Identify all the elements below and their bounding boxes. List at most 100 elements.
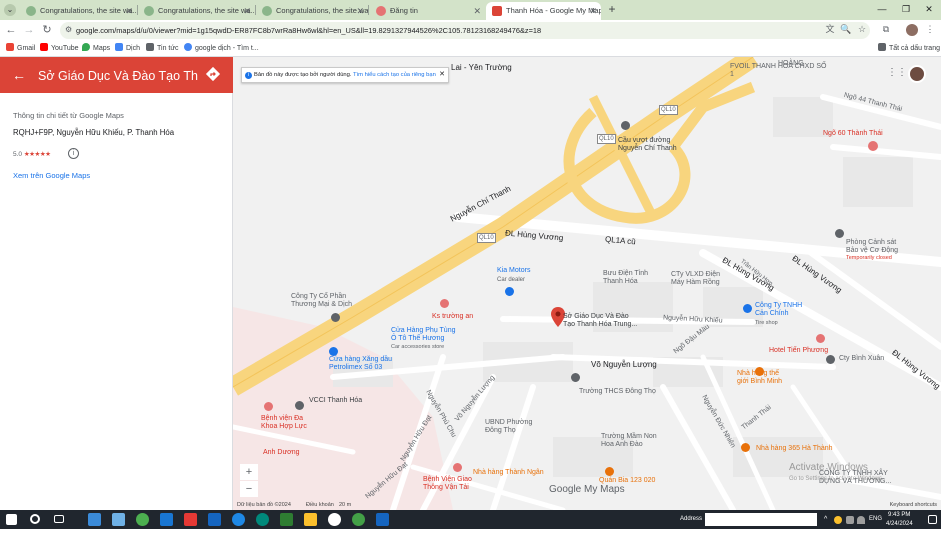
bookmark-google-dich[interactable]: google dịch - Tìm t... — [184, 41, 259, 57]
word-icon[interactable] — [376, 513, 389, 526]
address-bar[interactable]: ⚙ google.com/maps/d/u/0/viewer?mid=1g15q… — [60, 22, 870, 39]
road-vo-nguyen-luong: Võ Nguyễn Lượng — [591, 360, 657, 369]
back-icon[interactable]: ← — [4, 23, 18, 37]
opera-icon[interactable] — [208, 513, 221, 526]
account-avatar[interactable] — [908, 65, 926, 83]
chevron-up-icon[interactable]: ^ — [824, 516, 832, 524]
poi-truong-thcs: Trường THCS Đông Thọ — [579, 388, 656, 395]
all-bookmarks[interactable]: Tất cả dấu trang — [878, 41, 940, 57]
bookmark-maps[interactable]: Maps — [82, 41, 110, 57]
info-circle-icon[interactable]: i — [68, 148, 79, 159]
chrome-icon[interactable] — [136, 513, 149, 526]
zoom-out-button[interactable]: − — [240, 481, 258, 497]
back-arrow-icon[interactable]: ← — [12, 66, 26, 84]
zoom-in-button[interactable]: + — [240, 464, 258, 480]
bookmark-dich[interactable]: Dịch — [115, 41, 140, 57]
browser-icon[interactable] — [232, 513, 245, 526]
attribution-scale: 20 m — [339, 502, 352, 508]
store-icon[interactable] — [112, 513, 125, 526]
business-pin-icon-2 — [826, 355, 835, 364]
language-indicator[interactable]: ENG — [869, 510, 882, 529]
folder-icon[interactable] — [304, 513, 317, 526]
wifi-icon[interactable] — [857, 516, 865, 524]
bookmark-gmail[interactable]: Gmail — [6, 41, 35, 57]
bookmark-youtube[interactable]: YouTube — [40, 41, 79, 57]
label-cau-vuot: Cầu vượt đường Nguyễn Chí Thanh — [618, 137, 677, 152]
google-icon — [184, 43, 192, 51]
apps-grid-icon[interactable]: ⋮⋮ — [887, 67, 907, 79]
close-icon[interactable]: ✕ — [356, 2, 364, 20]
directions-icon[interactable] — [205, 66, 221, 82]
new-tab-icon[interactable]: + — [605, 2, 619, 16]
user-created-map-notice: i Bản đồ này được tạo bởi người dùng. Tì… — [241, 67, 449, 83]
extensions-icon[interactable]: ⧉ — [880, 23, 892, 35]
bookmark-star-icon[interactable]: ☆ — [856, 23, 868, 35]
poi-tire-shop: Tire shop — [755, 320, 778, 326]
translate-icon — [115, 43, 123, 51]
more-icon[interactable]: ⋮ — [924, 23, 936, 35]
poi-cty-binh-xuan: Cty Bình Xuân — [839, 355, 885, 362]
coccoc-icon[interactable] — [328, 513, 341, 526]
bookmark-tin-tuc[interactable]: Tin tức — [146, 41, 179, 57]
reload-icon[interactable]: ↻ — [40, 23, 54, 37]
notification-icon[interactable] — [928, 515, 937, 524]
close-icon[interactable]: ✕ — [439, 67, 445, 82]
globe-icon — [144, 6, 154, 16]
globe-icon — [26, 6, 36, 16]
close-icon[interactable]: ✕ — [243, 2, 251, 20]
road-sign-ql10-top: QL10 — [659, 105, 678, 115]
folder-icon — [878, 43, 886, 51]
forward-icon[interactable]: → — [22, 23, 36, 37]
profile-avatar[interactable] — [906, 24, 918, 36]
window-close-icon[interactable]: ✕ — [923, 3, 935, 15]
view-on-google-maps-link[interactable]: Xem trên Google Maps — [13, 171, 90, 180]
tab-1[interactable]: Congratulations, the site wa... ✕ — [20, 2, 137, 20]
poi-ngo-60: Ngõ 60 Thành Thái — [823, 130, 883, 137]
task-view-icon[interactable] — [54, 515, 64, 523]
poi-temporarily-closed: Temporarily closed — [846, 255, 892, 261]
attribution-terms[interactable]: Điều khoản — [306, 500, 334, 510]
clock-date[interactable]: 4/24/2024 — [886, 515, 913, 534]
map-attribution: Dữ liệu bản đồ ©2024 Điều khoản 20 m Key… — [233, 500, 941, 510]
taskbar-address-input[interactable] — [705, 513, 817, 526]
chrome-active-icon[interactable] — [352, 513, 365, 526]
excel-icon[interactable] — [280, 513, 293, 526]
close-icon[interactable]: ✕ — [473, 2, 481, 20]
youtube-icon[interactable] — [184, 513, 197, 526]
translate-icon[interactable]: 文 — [824, 23, 836, 35]
tab-3[interactable]: Congratulations, the site wa... ✕ — [256, 2, 368, 20]
tab-4[interactable]: Đăng tin ✕ — [370, 2, 485, 20]
notice-link[interactable]: Tìm hiểu cách tạo của riêng bạn — [353, 72, 436, 78]
map-canvas[interactable]: i Bản đồ này được tạo bởi người dùng. Tì… — [233, 57, 941, 510]
zoom-icon[interactable]: 🔍 — [840, 23, 852, 35]
bookmark-label: Dịch — [126, 45, 141, 52]
url-text: google.com/maps/d/u/0/viewer?mid=1g15qwd… — [76, 26, 542, 35]
poi-cty-vlxd: CTy VLXD Điện Máy Hàm Rồng — [671, 271, 721, 286]
tab-5[interactable]: Thanh Hóa - Google My Maps ✕ — [486, 2, 601, 20]
poi-car-accessories: Car accessories store — [391, 344, 445, 350]
volume-icon[interactable] — [846, 516, 854, 524]
network-icon[interactable] — [834, 516, 842, 524]
close-icon[interactable]: ✕ — [589, 2, 597, 20]
windows-start-icon[interactable] — [6, 514, 17, 525]
edge-icon[interactable] — [256, 513, 269, 526]
side-panel-header: ← Sở Giáo Dục Và Đào Tạo Thanh... — [0, 57, 233, 93]
gmail-icon — [6, 43, 14, 51]
windows-taskbar: Address ^ ENG 9:43 PM 4/24/2024 — [0, 510, 941, 529]
site-info-icon[interactable]: ⚙ — [65, 25, 74, 36]
zalo-icon[interactable] — [160, 513, 173, 526]
bookmark-label: google dịch - Tìm t... — [195, 45, 259, 52]
restore-icon[interactable]: ❐ — [900, 3, 912, 15]
browser-toolbar: ← → ↻ ⚙ google.com/maps/d/u/0/viewer?mid… — [0, 20, 941, 41]
tab-2[interactable]: Congratulations, the site wa... ✕ — [138, 2, 255, 20]
tab-search-icon[interactable]: ⌄ — [4, 4, 16, 16]
poi-ks-truong-an: Ks trường an — [432, 313, 474, 320]
notice-text: Bản đồ này được tạo bởi người dùng. — [254, 72, 352, 78]
search-icon[interactable] — [30, 514, 40, 524]
mail-icon[interactable] — [88, 513, 101, 526]
tab-label: Thanh Hóa - Google My Maps — [506, 6, 601, 15]
maps-icon — [82, 43, 90, 51]
close-icon[interactable]: ✕ — [125, 2, 133, 20]
tab-label: Congratulations, the site wa... — [40, 6, 137, 15]
minimize-icon[interactable]: — — [876, 3, 888, 15]
